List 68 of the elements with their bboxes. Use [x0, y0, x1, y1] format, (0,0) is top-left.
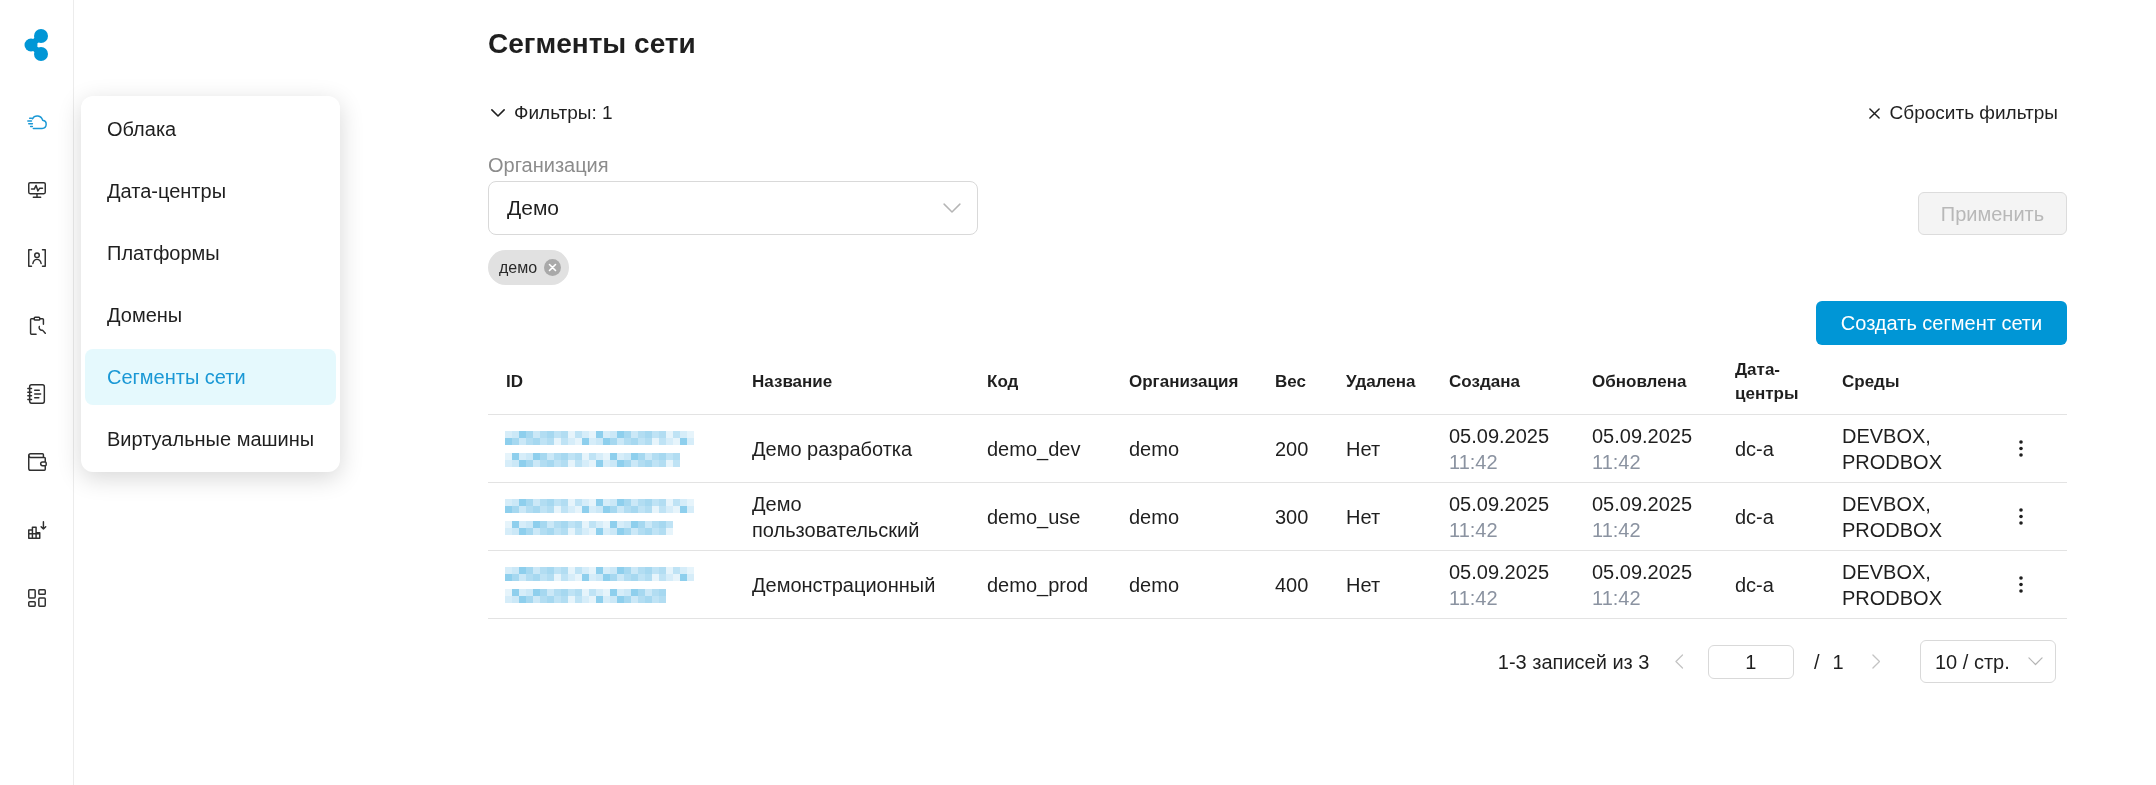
- time-text: 11:42: [1449, 449, 1498, 475]
- table-cell: demo: [1129, 573, 1180, 596]
- table-cell: demo_dev: [987, 437, 1081, 460]
- page-size-select[interactable]: 10 / стр.: [1920, 640, 2056, 683]
- more-options-icon[interactable]: [2019, 440, 2023, 457]
- chevron-down-icon: [491, 109, 505, 117]
- page-title: Сегменты сети: [488, 27, 696, 61]
- reset-filters-button[interactable]: Сбросить фильтры: [1868, 98, 2058, 128]
- date-text: 05.09.2025: [1592, 491, 1693, 517]
- logo-icon: [23, 28, 50, 62]
- table-cell-text: DEVBOX, PRODBOX: [1842, 423, 1944, 475]
- page-input[interactable]: 1: [1707, 644, 1794, 679]
- table-cell-text: Демо пользовательский: [752, 491, 921, 543]
- column-header: Организация: [1129, 370, 1240, 393]
- column-header: Среды: [1842, 370, 1901, 393]
- column-header: Удалена: [1346, 370, 1417, 393]
- table-cell-text: DEVBOX, PRODBOX: [1842, 491, 1944, 543]
- table-cell: dc-a: [1735, 437, 1774, 460]
- table-cell: 400: [1275, 573, 1309, 596]
- more-options-icon[interactable]: [2019, 508, 2023, 525]
- time-text: 11:42: [1449, 517, 1498, 543]
- date-text: 05.09.2025: [1592, 423, 1693, 449]
- monitor-pulse-icon[interactable]: [25, 179, 48, 201]
- table-cell: demo: [1129, 437, 1180, 460]
- column-header: ID: [506, 370, 524, 393]
- notebook-icon[interactable]: [25, 383, 48, 405]
- more-options-icon[interactable]: [2019, 576, 2023, 593]
- table-cell-text: Демо разработка: [752, 436, 914, 462]
- chevron-down-icon: [2028, 657, 2043, 666]
- tag-label: демо: [499, 257, 538, 278]
- date-text: 05.09.2025: [1449, 559, 1550, 585]
- total-pages: 1: [1832, 649, 1844, 675]
- column-header: Обновлена: [1592, 370, 1688, 393]
- column-header: Вес: [1275, 370, 1307, 393]
- table-cell: demo_prod: [987, 573, 1089, 596]
- column-header: Название: [752, 370, 834, 393]
- table-cell: Нет: [1346, 505, 1381, 528]
- filters-toggle[interactable]: Фильтры: 1: [488, 98, 613, 128]
- table-cell: demo_use: [987, 505, 1081, 528]
- table-cell: demo: [1129, 505, 1180, 528]
- table-cell: Нет: [1346, 437, 1381, 460]
- chevron-down-icon: [943, 202, 961, 214]
- page-separator: /: [1813, 649, 1820, 675]
- records-summary: 1-3 записей из 3: [1497, 649, 1650, 675]
- table-cell: Нет: [1346, 573, 1381, 596]
- column-header: Создана: [1449, 370, 1521, 393]
- wallet-icon[interactable]: [25, 451, 48, 473]
- date-text: 05.09.2025: [1449, 423, 1550, 449]
- field-label: Организация: [488, 154, 609, 176]
- date-text: 05.09.2025: [1449, 491, 1550, 517]
- table-cell: dc-a: [1735, 573, 1774, 596]
- dashboard-icon[interactable]: [25, 587, 48, 609]
- organization-select[interactable]: Демо: [488, 181, 978, 235]
- time-text: 11:42: [1592, 585, 1641, 611]
- time-text: 11:42: [1592, 449, 1641, 475]
- column-header: Дата-центры: [1735, 358, 1800, 405]
- blocks-arrow-icon[interactable]: [25, 519, 48, 541]
- close-icon: [1868, 107, 1880, 119]
- table-cell: 200: [1275, 437, 1309, 460]
- time-text: 11:42: [1449, 585, 1498, 611]
- table-cell-text: Демонстрационный: [752, 572, 937, 598]
- date-text: 05.09.2025: [1592, 559, 1693, 585]
- table-cell: dc-a: [1735, 505, 1774, 528]
- time-text: 11:42: [1592, 517, 1641, 543]
- column-header: Код: [987, 370, 1020, 393]
- table-cell-text: DEVBOX, PRODBOX: [1842, 559, 1944, 611]
- table-cell: 300: [1275, 505, 1309, 528]
- user-scan-icon[interactable]: [25, 247, 48, 269]
